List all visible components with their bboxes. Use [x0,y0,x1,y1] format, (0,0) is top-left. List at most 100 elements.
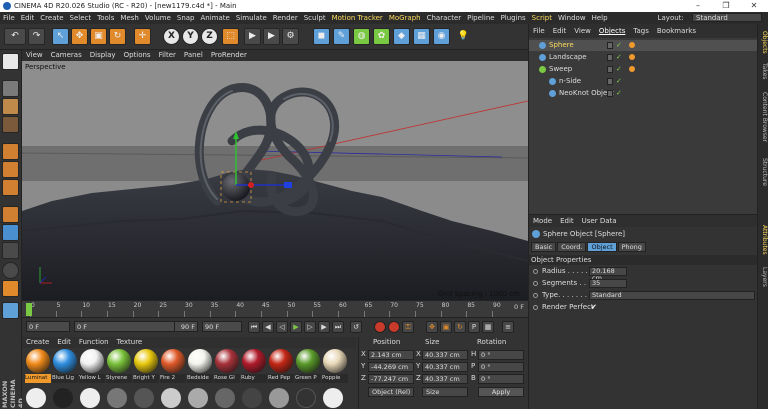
light-icon[interactable]: 💡 [455,28,472,45]
viewport-menu-panel[interactable]: Panel [180,50,207,61]
live-selection-icon[interactable]: ↖ [52,28,69,45]
render-perfect-checkbox[interactable]: ✔ [591,302,597,313]
animate-render-perfect-icon[interactable] [533,305,538,310]
attributes-menu-edit[interactable]: Edit [556,215,578,227]
material-menu-texture[interactable]: Texture [113,337,147,348]
make-editable-icon[interactable] [2,53,19,70]
rotate-tool-icon[interactable]: ↻ [109,28,126,45]
objects-menu-edit[interactable]: Edit [549,24,571,38]
animate-type-icon[interactable] [533,293,538,298]
render-picture-viewer-icon[interactable]: ▶ [263,28,280,45]
object-row[interactable]: Sphere ✓ [529,40,758,51]
layer-browser-icon[interactable] [2,302,19,319]
camera-icon[interactable]: ◉ [433,28,450,45]
position-x-field[interactable]: 2.143 cm [368,350,414,360]
minimize-button[interactable]: – [688,0,708,12]
objects-menu-bookmarks[interactable]: Bookmarks [653,24,700,38]
menu-create[interactable]: Create [37,12,66,24]
material-swatch[interactable]: Bright Y [133,349,159,385]
material-preview-ball[interactable] [107,349,131,373]
next-key-icon[interactable]: ▶ [318,321,330,333]
material-preview-ball[interactable] [269,349,293,373]
object-tag-icon[interactable] [629,54,635,60]
material-menu-edit[interactable]: Edit [53,337,75,348]
apply-button[interactable]: Apply [478,387,524,397]
rotation-h-field[interactable]: 0 ° [478,350,524,360]
material-preview-ball[interactable] [296,349,320,373]
close-button[interactable]: ✕ [744,0,764,12]
points-mode-icon[interactable] [2,143,19,160]
polygons-mode-icon[interactable] [2,179,19,196]
tab-phong[interactable]: Phong [617,242,646,252]
menu-render[interactable]: Render [270,12,301,24]
material-swatch[interactable]: Green P [295,349,321,385]
menu-character[interactable]: Character [424,12,465,24]
objects-menu-objects[interactable]: Objects [595,24,629,38]
object-name[interactable]: Landscape [549,52,587,63]
floor-icon[interactable]: ▦ [413,28,430,45]
segments-field[interactable]: 35 [589,279,627,288]
menu-volume[interactable]: Volume [142,12,174,24]
objects-menu-tags[interactable]: Tags [629,24,653,38]
layer-flag-icon[interactable] [607,78,613,85]
animate-radius-icon[interactable] [533,269,538,274]
visibility-check-icon[interactable]: ✓ [616,52,622,63]
render-view-icon[interactable]: ▶ [244,28,261,45]
key-selection-icon[interactable]: ⚿ [402,321,414,333]
rotation-p-field[interactable]: 0 ° [478,362,524,372]
object-row[interactable]: Landscape ✓ [529,52,758,63]
menu-mesh[interactable]: Mesh [117,12,141,24]
model-mode-icon[interactable] [2,80,19,97]
material-menu-function[interactable]: Function [75,337,113,348]
object-row[interactable]: Sweep ✓ [529,64,758,75]
size-y-field[interactable]: 40.337 cm [422,362,468,372]
material-preview[interactable] [107,388,127,408]
material-preview[interactable] [215,388,235,408]
position-z-field[interactable]: -77.247 cm [368,374,414,384]
object-name[interactable]: NeoKnot Object [559,88,614,99]
material-swatch[interactable]: Fire 2 [160,349,186,385]
axis-mode-icon[interactable] [2,206,19,223]
menu-script[interactable]: Script [529,12,555,24]
menu-sculpt[interactable]: Sculpt [301,12,329,24]
snapping-icon[interactable] [2,242,19,259]
side-tab-structure[interactable]: Structure [759,152,768,192]
objects-menu-file[interactable]: File [529,24,549,38]
record-keys-icon[interactable] [374,321,386,333]
size-mode-dropdown[interactable]: Size [422,387,468,397]
material-preview[interactable] [188,388,208,408]
material-preview-ball[interactable] [188,349,212,373]
max-frame-field[interactable]: 90 F [202,321,242,332]
menu-mograph[interactable]: MoGraph [386,12,424,24]
menu-window[interactable]: Window [555,12,589,24]
material-swatch[interactable]: Poppie [322,349,348,385]
playhead-marker[interactable] [26,303,32,316]
viewport-menu-options[interactable]: Options [120,50,155,61]
layer-flag-icon[interactable] [607,90,613,97]
tab-basic[interactable]: Basic [531,242,557,252]
material-preview-ball[interactable] [161,349,185,373]
play-icon[interactable]: ▶ [290,321,302,333]
layout-dropdown[interactable]: Standard [692,13,762,22]
animate-segments-icon[interactable] [533,281,538,286]
viewport-menu-cameras[interactable]: Cameras [47,50,86,61]
array-icon[interactable]: ✿ [373,28,390,45]
menu-edit[interactable]: Edit [18,12,38,24]
material-swatch[interactable]: Luminat [25,349,51,385]
material-preview-ball[interactable] [215,349,239,373]
timeline-menu-icon[interactable]: ≡ [502,321,514,333]
objects-menu-view[interactable]: View [570,24,595,38]
previous-frame-icon[interactable]: ◁ [276,321,288,333]
cube-primitive-icon[interactable]: ◼ [313,28,330,45]
material-preview-ball[interactable] [80,349,104,373]
tab-object[interactable]: Object [587,242,617,252]
menu-pipeline[interactable]: Pipeline [464,12,497,24]
x-axis-lock-button[interactable]: X [163,28,180,45]
menu-motion-tracker[interactable]: Motion Tracker [329,12,386,24]
material-preview-ball[interactable] [134,349,158,373]
move-tool-icon[interactable]: ✥ [71,28,88,45]
y-axis-lock-button[interactable]: Y [182,28,199,45]
viewport-menu-display[interactable]: Display [86,50,120,61]
object-name[interactable]: n-Side [559,76,581,87]
render-settings-icon[interactable]: ⚙ [282,28,299,45]
